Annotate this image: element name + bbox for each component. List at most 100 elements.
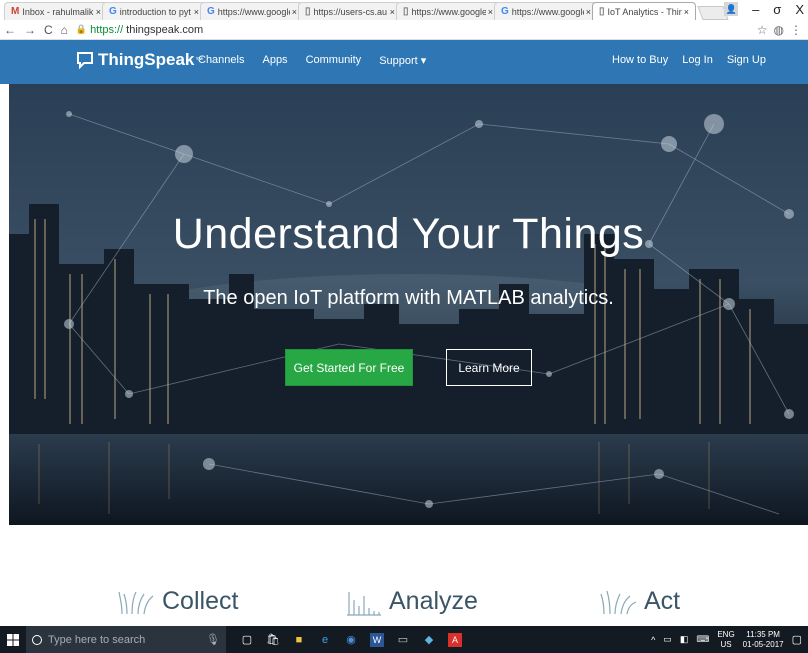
screen: M Inbox - rahulmalikll × G introduction … xyxy=(0,0,808,653)
clock-time: 11:35 PM xyxy=(746,629,780,639)
nav-support-dropdown[interactable]: Support ▾ xyxy=(379,54,426,67)
tab-title: https://www.google xyxy=(217,6,290,17)
tab-title: https://www.google xyxy=(411,6,486,17)
language-code: ENG xyxy=(717,629,735,639)
media-icon[interactable]: ▭ xyxy=(396,633,410,647)
url-field[interactable]: 🔒 https://thingspeak.com xyxy=(76,24,203,36)
chat-bubble-icon xyxy=(77,52,93,69)
tab-favicon: M xyxy=(11,6,20,17)
address-bar: ← → C ⌂ 🔒 https://thingspeak.com ☆ ◍ ⋮ xyxy=(0,20,808,40)
keyboard-icon[interactable]: ⌨ xyxy=(696,634,709,645)
notifications-icon[interactable]: ▢ xyxy=(792,633,802,646)
tab-close-icon[interactable]: × xyxy=(586,7,591,17)
nav-channels[interactable]: Channels xyxy=(198,54,244,67)
network-icon[interactable]: ▭ xyxy=(663,634,672,645)
back-icon[interactable]: ← xyxy=(4,23,16,37)
tab-title: IoT Analytics - Thin xyxy=(607,6,682,17)
tab-close-icon[interactable]: × xyxy=(390,7,395,17)
hero-section: Understand Your Things The open IoT plat… xyxy=(9,84,808,525)
browser-tab-strip: M Inbox - rahulmalikll × G introduction … xyxy=(0,0,808,20)
extension-icon[interactable]: ◍ xyxy=(774,23,784,37)
browser-tab-active[interactable]: ▯ IoT Analytics - Thin × xyxy=(592,2,696,20)
profile-icon[interactable]: 👤 xyxy=(724,2,739,16)
tab-close-icon[interactable]: × xyxy=(684,7,689,17)
act-icon xyxy=(600,590,637,614)
tab-title: Inbox - rahulmalikll xyxy=(22,6,94,17)
feature-label: Act xyxy=(644,587,681,615)
browser-tab[interactable]: G introduction to pyt × xyxy=(102,2,206,20)
collect-icon xyxy=(118,591,154,614)
tab-close-icon[interactable]: × xyxy=(488,7,493,17)
edge-icon[interactable]: e xyxy=(318,633,332,647)
nav-log-in[interactable]: Log In xyxy=(682,54,713,66)
learn-more-button[interactable]: Learn More xyxy=(446,349,532,386)
microphone-icon[interactable]: 🎙 xyxy=(206,633,220,646)
tab-favicon: ▯ xyxy=(599,6,605,17)
menu-icon[interactable]: ⋮ xyxy=(790,23,802,37)
clock-date: 01-05-2017 xyxy=(742,639,784,649)
tab-favicon: G xyxy=(501,6,509,17)
task-view-icon[interactable]: ▢ xyxy=(240,633,254,647)
word-icon[interactable]: W xyxy=(370,632,384,647)
nav-sign-up[interactable]: Sign Up xyxy=(727,54,766,66)
feature-label: Collect xyxy=(162,587,239,615)
notes-icon[interactable]: ◆ xyxy=(422,633,436,647)
clock[interactable]: 11:35 PM 01-05-2017 xyxy=(743,630,784,650)
get-started-button[interactable]: Get Started For Free xyxy=(285,349,413,386)
nav-apps[interactable]: Apps xyxy=(262,54,287,67)
chrome-icon[interactable]: ◉ xyxy=(344,633,358,647)
nav-community[interactable]: Community xyxy=(306,54,362,67)
tab-title: https://www.google xyxy=(511,6,584,17)
windows-logo-icon xyxy=(7,633,19,646)
hero-title: Understand Your Things xyxy=(172,210,645,258)
acrobat-icon[interactable]: A xyxy=(448,632,462,647)
feature-label: Analyze xyxy=(389,587,478,615)
speaker-icon[interactable]: ◧ xyxy=(680,634,689,645)
address-bar-icons: ☆ ◍ ⋮ xyxy=(757,23,802,37)
close-window-button[interactable]: X xyxy=(795,2,804,17)
cortana-icon xyxy=(32,634,42,645)
star-icon[interactable]: ☆ xyxy=(757,23,768,37)
search-placeholder: Type here to search xyxy=(48,633,146,646)
minimize-button[interactable]: – xyxy=(752,2,759,17)
window-controls: 👤 – σ X xyxy=(724,2,804,17)
browser-tab[interactable]: ▯ https://users-cs.au × xyxy=(298,2,402,20)
file-explorer-icon[interactable]: ■ xyxy=(292,633,306,647)
lock-icon: 🔒 xyxy=(75,24,88,34)
reload-icon[interactable]: C xyxy=(44,23,53,37)
browser-tab[interactable]: G https://www.google × xyxy=(200,2,304,20)
browser-tab[interactable]: G https://www.google × xyxy=(494,2,598,20)
tab-favicon: G xyxy=(207,6,215,17)
home-icon[interactable]: ⌂ xyxy=(61,23,68,37)
tab-favicon: ▯ xyxy=(403,6,409,17)
browser-tab[interactable]: M Inbox - rahulmalikll × xyxy=(4,2,108,20)
taskbar-pinned-apps: ▢ 🛍 ■ e ◉ W ▭ ◆ A xyxy=(240,632,462,647)
logo-text: ThingSpeak xyxy=(98,50,195,69)
analyze-icon xyxy=(347,591,381,616)
feature-analyze: Analyze xyxy=(345,587,478,616)
chevron-up-icon[interactable]: ^ xyxy=(651,635,655,645)
taskbar-search-input[interactable]: Type here to search 🎙 xyxy=(26,626,226,653)
tab-favicon: G xyxy=(109,6,117,17)
tab-title: https://users-cs.au xyxy=(313,6,388,17)
browser-tab[interactable]: ▯ https://www.google × xyxy=(396,2,500,20)
tab-close-icon[interactable]: × xyxy=(96,7,101,17)
feature-act: Act xyxy=(600,587,680,616)
thingspeak-logo[interactable]: ThingSpeak ™ xyxy=(76,50,203,70)
windows-taskbar: Type here to search 🎙 ▢ 🛍 ■ e ◉ W ▭ ◆ A … xyxy=(0,626,808,653)
region-code: US xyxy=(720,639,732,649)
windows-start-icon[interactable] xyxy=(0,626,26,653)
language-indicator[interactable]: ENG US xyxy=(717,630,734,650)
forward-icon[interactable]: → xyxy=(24,23,36,37)
system-tray: ^ ▭ ◧ ⌨ ENG US 11:35 PM 01-05-2017 ▢ xyxy=(651,626,808,653)
url-protocol: https:// xyxy=(90,23,124,36)
store-icon[interactable]: 🛍 xyxy=(266,633,280,647)
nav-how-to-buy[interactable]: How to Buy xyxy=(612,54,668,66)
maximize-button[interactable]: σ xyxy=(773,2,781,17)
tab-favicon: ▯ xyxy=(305,6,311,17)
tab-close-icon[interactable]: × xyxy=(194,7,199,17)
main-nav: Channels Apps Community Support ▾ xyxy=(198,54,426,67)
site-header: ThingSpeak ™ Channels Apps Community Supp… xyxy=(0,40,808,84)
tab-title: introduction to pyt xyxy=(119,6,191,17)
tab-close-icon[interactable]: × xyxy=(292,7,297,17)
